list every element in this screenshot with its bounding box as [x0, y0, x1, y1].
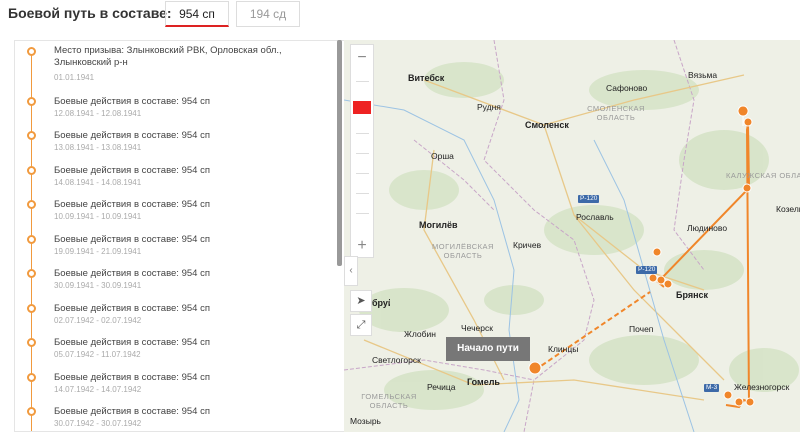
map-label-city: Брянск — [676, 290, 709, 300]
timeline-item-title: Боевые действия в составе: 954 сп — [54, 372, 210, 383]
timeline-item-date: 14.08.1941 - 14.08.1941 — [54, 178, 142, 187]
tab-954-sp[interactable]: 954 сп — [165, 1, 229, 27]
timeline-item-date: 30.09.1941 - 30.09.1941 — [54, 281, 142, 290]
map-label-region: СМОЛЕНСКАЯ ОБЛАСТЬ — [587, 104, 645, 122]
timeline-dot — [27, 269, 36, 278]
timeline-item-title: Боевые действия в составе: 954 сп — [54, 406, 210, 417]
timeline-item-date: 30.07.1942 - 30.07.1942 — [54, 419, 142, 428]
map-label-city: Кричев — [513, 240, 542, 250]
map-canvas — [344, 40, 799, 432]
timeline-item-date: 12.08.1941 - 12.08.1941 — [54, 109, 142, 118]
timeline-dot — [27, 373, 36, 382]
map-label-city: Вязьма — [688, 70, 718, 80]
timeline-item-date: 19.09.1941 - 21.09.1941 — [54, 247, 142, 256]
map-label-city: Мозырь — [350, 416, 381, 426]
tab-194-sd[interactable]: 194 сд — [236, 1, 300, 27]
map-label-city: Гомель — [467, 377, 500, 387]
map-label-city: Речица — [427, 382, 456, 392]
timeline-dot — [27, 131, 36, 140]
map-label-city: Рудня — [477, 102, 501, 112]
fullscreen-icon[interactable]: ⤢ — [350, 314, 372, 336]
zoom-slider-handle[interactable] — [353, 101, 371, 114]
timeline-dot — [27, 200, 36, 209]
timeline-item-date: 10.09.1941 - 10.09.1941 — [54, 212, 142, 221]
map-label-region: ГОМЕЛЬСКАЯ ОБЛАСТЬ — [361, 392, 417, 410]
map-label-city: Могилёв — [419, 220, 458, 230]
map-label-city: Жлобин — [404, 329, 436, 339]
zoom-out-button[interactable]: − — [351, 47, 373, 69]
route-start-tooltip: Начало пути — [446, 337, 530, 361]
zoom-tick — [356, 173, 369, 174]
header-title: Боевой путь в составе: — [8, 5, 172, 21]
navigate-icon[interactable]: ➤ — [350, 290, 372, 312]
collapse-panel-button[interactable]: ‹ — [344, 256, 358, 286]
zoom-control: − + — [350, 44, 374, 258]
timeline-item-title: Боевые действия в составе: 954 сп — [54, 303, 210, 314]
timeline-dot — [27, 47, 36, 56]
road-sign: Р-120 — [636, 266, 658, 274]
timeline-dot — [27, 235, 36, 244]
map-label-city: Козельск — [776, 204, 800, 214]
map-label-city: Витебск — [408, 73, 445, 83]
zoom-tick — [356, 133, 369, 134]
timeline-dot — [27, 407, 36, 416]
timeline-item-title: Боевые действия в составе: 954 сп — [54, 130, 210, 141]
map-label-city: Железногорск — [734, 382, 790, 392]
timeline-item-title: Боевые действия в составе: 954 сп — [54, 337, 210, 348]
map-label-city: Людиново — [687, 223, 728, 233]
timeline-item-title: Боевые действия в составе: 954 сп — [54, 96, 210, 107]
map-label-region: МОГИЛЁВСКАЯ ОБЛАСТЬ — [432, 242, 494, 260]
header: Боевой путь в составе: 954 сп 194 сд — [0, 0, 800, 32]
zoom-tick — [356, 213, 369, 214]
map-label-city: Орша — [431, 151, 454, 161]
timeline-item-date: 05.07.1942 - 11.07.1942 — [54, 350, 141, 359]
timeline-item-title: Боевые действия в составе: 954 сп — [54, 165, 210, 176]
map-label-city: Смоленск — [525, 120, 569, 130]
timeline-item-date: 02.07.1942 - 02.07.1942 — [54, 316, 142, 325]
timeline-scrollbar[interactable] — [337, 40, 342, 266]
timeline-item-title: Боевые действия в составе: 954 сп — [54, 234, 210, 245]
zoom-tick — [356, 81, 369, 82]
road-sign: М-3 — [704, 384, 720, 392]
zoom-tick — [356, 193, 369, 194]
timeline-list: Место призыва: Злынковский РВК, Орловска… — [14, 40, 344, 432]
map-label-city: Светлогорск — [372, 355, 421, 365]
timeline-item-title: Боевые действия в составе: 954 сп — [54, 199, 210, 210]
map-label-city: Рославль — [576, 212, 614, 222]
timeline-dot — [27, 97, 36, 106]
timeline-dot — [27, 338, 36, 347]
timeline-item-date: 01.01.1941 — [54, 73, 95, 82]
zoom-in-button[interactable]: + — [351, 235, 373, 257]
map-label-city: Чечерск — [461, 323, 493, 333]
map-label-city: Почеп — [629, 324, 654, 334]
map-view[interactable]: Витебск Рудня Сафоново Вязьма Смоленск О… — [344, 40, 800, 432]
map-label-city: Сафоново — [606, 83, 648, 93]
timeline-dot — [27, 166, 36, 175]
timeline-item-title: Боевые действия в составе: 954 сп — [54, 268, 210, 279]
map-label-city: Клинцы — [548, 344, 579, 354]
timeline-item-date: 14.07.1942 - 14.07.1942 — [54, 385, 142, 394]
zoom-tick — [356, 153, 369, 154]
road-sign: Р-120 — [578, 195, 600, 203]
timeline-item-title: Место призыва: Злынковский РВК, Орловска… — [54, 45, 282, 68]
timeline-dot — [27, 304, 36, 313]
timeline-item-date: 13.08.1941 - 13.08.1941 — [54, 143, 142, 152]
map-label-region: КАЛУЖСКАЯ ОБЛАСТЬ — [726, 171, 800, 180]
